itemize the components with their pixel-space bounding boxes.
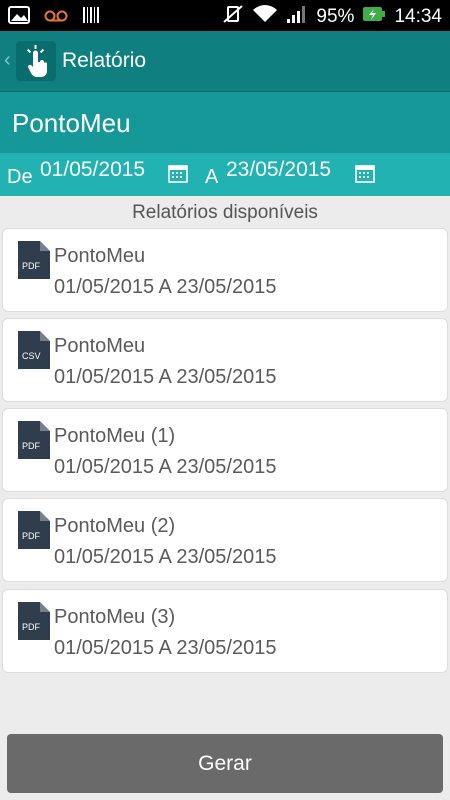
- wifi-icon: [252, 4, 278, 30]
- pdf-file-icon: PDF: [18, 602, 50, 640]
- report-item[interactable]: PDF PontoMeu (2) 01/05/2015 A 23/05/2015: [2, 498, 448, 582]
- svg-text:CSV: CSV: [22, 351, 41, 361]
- from-date-value[interactable]: 01/05/2015: [40, 158, 145, 182]
- pdf-file-icon: PDF: [18, 241, 50, 279]
- battery-charging-icon: [362, 5, 386, 29]
- report-range: 01/05/2015 A 23/05/2015: [54, 637, 277, 659]
- report-item[interactable]: PDF PontoMeu (3) 01/05/2015 A 23/05/2015: [2, 589, 448, 673]
- status-bar: 95% 14:34: [0, 0, 450, 31]
- battery-percentage: 95%: [316, 6, 355, 27]
- page-title: PontoMeu: [12, 108, 131, 138]
- date-range-bar: De 01/05/2015 A 23/05/2015: [0, 153, 450, 196]
- to-calendar-icon[interactable]: [355, 163, 375, 183]
- report-item[interactable]: CSV PontoMeu 01/05/2015 A 23/05/2015: [2, 318, 448, 402]
- status-left: [8, 6, 100, 29]
- from-label: De: [7, 166, 33, 188]
- pdf-file-icon: PDF: [18, 421, 50, 459]
- svg-text:PDF: PDF: [22, 622, 41, 632]
- to-date-value[interactable]: 23/05/2015: [226, 158, 331, 182]
- report-range: 01/05/2015 A 23/05/2015: [54, 546, 277, 568]
- status-right: 95% 14:34: [222, 4, 442, 30]
- back-chevron-icon[interactable]: ‹: [4, 49, 11, 72]
- svg-text:PDF: PDF: [22, 441, 41, 451]
- report-range: 01/05/2015 A 23/05/2015: [54, 456, 277, 478]
- svg-text:PDF: PDF: [22, 531, 41, 541]
- report-name: PontoMeu: [54, 245, 146, 267]
- image-notification-icon: [8, 6, 30, 29]
- csv-file-icon: CSV: [18, 331, 50, 369]
- report-range: 01/05/2015 A 23/05/2015: [54, 276, 277, 298]
- report-name: PontoMeu (2): [54, 515, 176, 537]
- generate-button[interactable]: Gerar: [7, 734, 443, 793]
- signal-icon: [286, 4, 308, 30]
- voicemail-icon: [44, 7, 68, 28]
- header-band: PontoMeu: [0, 92, 450, 153]
- action-bar-title: Relatório: [62, 49, 147, 72]
- pdf-file-icon: PDF: [18, 511, 50, 549]
- action-bar: ‹ Relatório: [0, 31, 450, 92]
- report-name: PontoMeu (3): [54, 606, 176, 628]
- svg-text:PDF: PDF: [22, 261, 41, 271]
- to-label: A: [205, 166, 219, 188]
- report-item[interactable]: PDF PontoMeu (1) 01/05/2015 A 23/05/2015: [2, 408, 448, 492]
- clock: 14:34: [394, 6, 442, 27]
- from-calendar-icon[interactable]: [168, 163, 188, 183]
- app-touch-icon[interactable]: [16, 41, 56, 81]
- report-name: PontoMeu (1): [54, 425, 176, 447]
- barcode-icon: [82, 6, 100, 29]
- vibrate-off-icon: [222, 4, 244, 30]
- report-range: 01/05/2015 A 23/05/2015: [54, 366, 277, 388]
- report-name: PontoMeu: [54, 335, 146, 357]
- report-item[interactable]: PDF PontoMeu 01/05/2015 A 23/05/2015: [2, 228, 448, 312]
- section-title: Relatórios disponíveis: [132, 202, 318, 223]
